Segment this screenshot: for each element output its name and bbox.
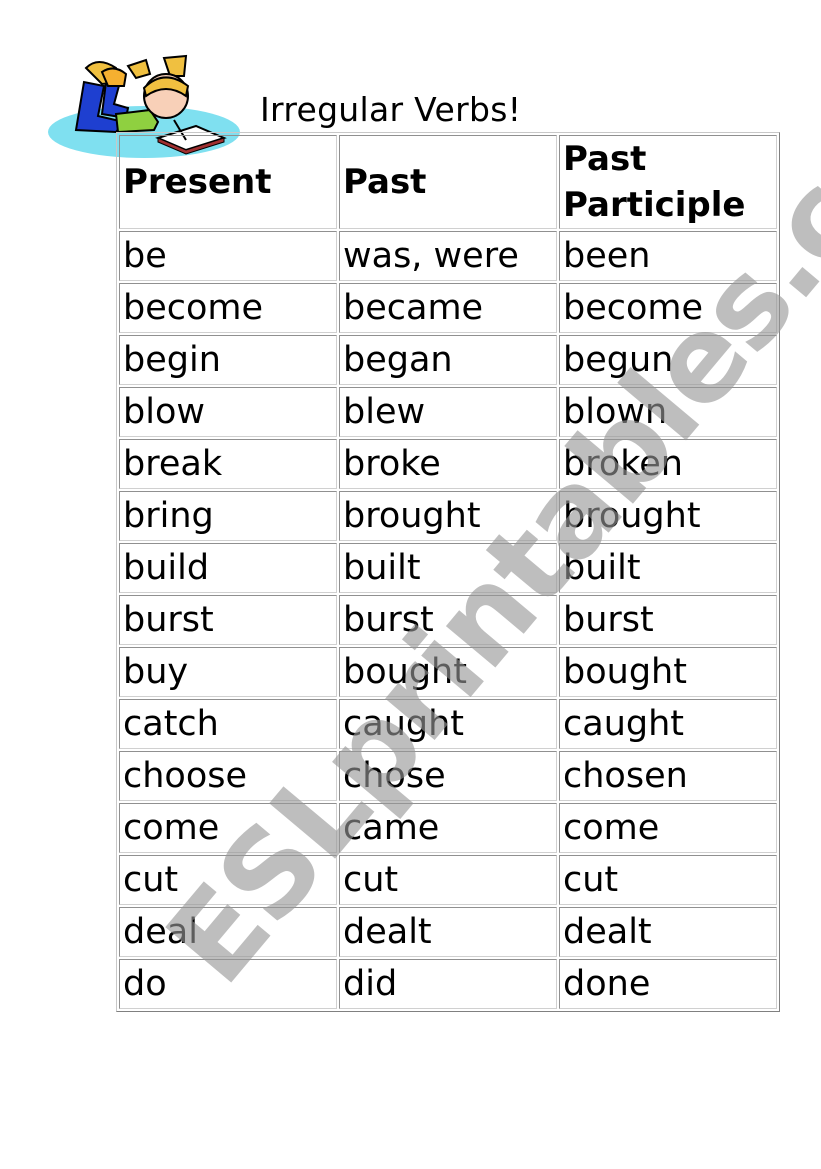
cell-present: deal	[119, 907, 337, 957]
header-past: Past	[339, 135, 557, 229]
cell-past-participle: brought	[559, 491, 777, 541]
cell-past: was, were	[339, 231, 557, 281]
table-row: blow blew blown	[119, 387, 777, 437]
cell-past: came	[339, 803, 557, 853]
cell-past-participle: built	[559, 543, 777, 593]
cell-past: caught	[339, 699, 557, 749]
cell-past-participle: blown	[559, 387, 777, 437]
cell-past-participle: bought	[559, 647, 777, 697]
table-row: become became become	[119, 283, 777, 333]
cell-past: chose	[339, 751, 557, 801]
table-row: buy bought bought	[119, 647, 777, 697]
table-row: choose chose chosen	[119, 751, 777, 801]
cell-past: dealt	[339, 907, 557, 957]
table-row: come came come	[119, 803, 777, 853]
cell-past-participle: begun	[559, 335, 777, 385]
page-title: Irregular Verbs!	[260, 90, 522, 129]
table-row: do did done	[119, 959, 777, 1009]
cell-past-participle: been	[559, 231, 777, 281]
table-row: deal dealt dealt	[119, 907, 777, 957]
cell-past: burst	[339, 595, 557, 645]
cell-present: break	[119, 439, 337, 489]
cell-past-participle: burst	[559, 595, 777, 645]
cell-past-participle: cut	[559, 855, 777, 905]
cell-past: brought	[339, 491, 557, 541]
cell-past-participle: done	[559, 959, 777, 1009]
cell-past: became	[339, 283, 557, 333]
cell-present: catch	[119, 699, 337, 749]
cell-present: choose	[119, 751, 337, 801]
cell-present: burst	[119, 595, 337, 645]
cell-past: broke	[339, 439, 557, 489]
cell-present: be	[119, 231, 337, 281]
table-row: catch caught caught	[119, 699, 777, 749]
cell-present: blow	[119, 387, 337, 437]
cell-past: began	[339, 335, 557, 385]
table-row: burst burst burst	[119, 595, 777, 645]
cell-past-participle: become	[559, 283, 777, 333]
cell-past: built	[339, 543, 557, 593]
cell-present: come	[119, 803, 337, 853]
cell-present: do	[119, 959, 337, 1009]
header-present: Present	[119, 135, 337, 229]
cell-past-participle: chosen	[559, 751, 777, 801]
cell-present: become	[119, 283, 337, 333]
cell-past: bought	[339, 647, 557, 697]
table-row: be was, were been	[119, 231, 777, 281]
table-header-row: Present Past Past Participle	[119, 135, 777, 229]
irregular-verbs-table: Present Past Past Participle be was, were…	[116, 132, 780, 1012]
cell-past: did	[339, 959, 557, 1009]
cell-past-participle: caught	[559, 699, 777, 749]
header-past-participle: Past Participle	[559, 135, 777, 229]
table-row: break broke broken	[119, 439, 777, 489]
table-row: bring brought brought	[119, 491, 777, 541]
cell-past-participle: broken	[559, 439, 777, 489]
cell-present: begin	[119, 335, 337, 385]
cell-past-participle: come	[559, 803, 777, 853]
table-row: begin began begun	[119, 335, 777, 385]
cell-present: bring	[119, 491, 337, 541]
cell-past: blew	[339, 387, 557, 437]
cell-past-participle: dealt	[559, 907, 777, 957]
cell-present: buy	[119, 647, 337, 697]
table-row: cut cut cut	[119, 855, 777, 905]
cell-present: build	[119, 543, 337, 593]
table-row: build built built	[119, 543, 777, 593]
cell-past: cut	[339, 855, 557, 905]
cell-present: cut	[119, 855, 337, 905]
